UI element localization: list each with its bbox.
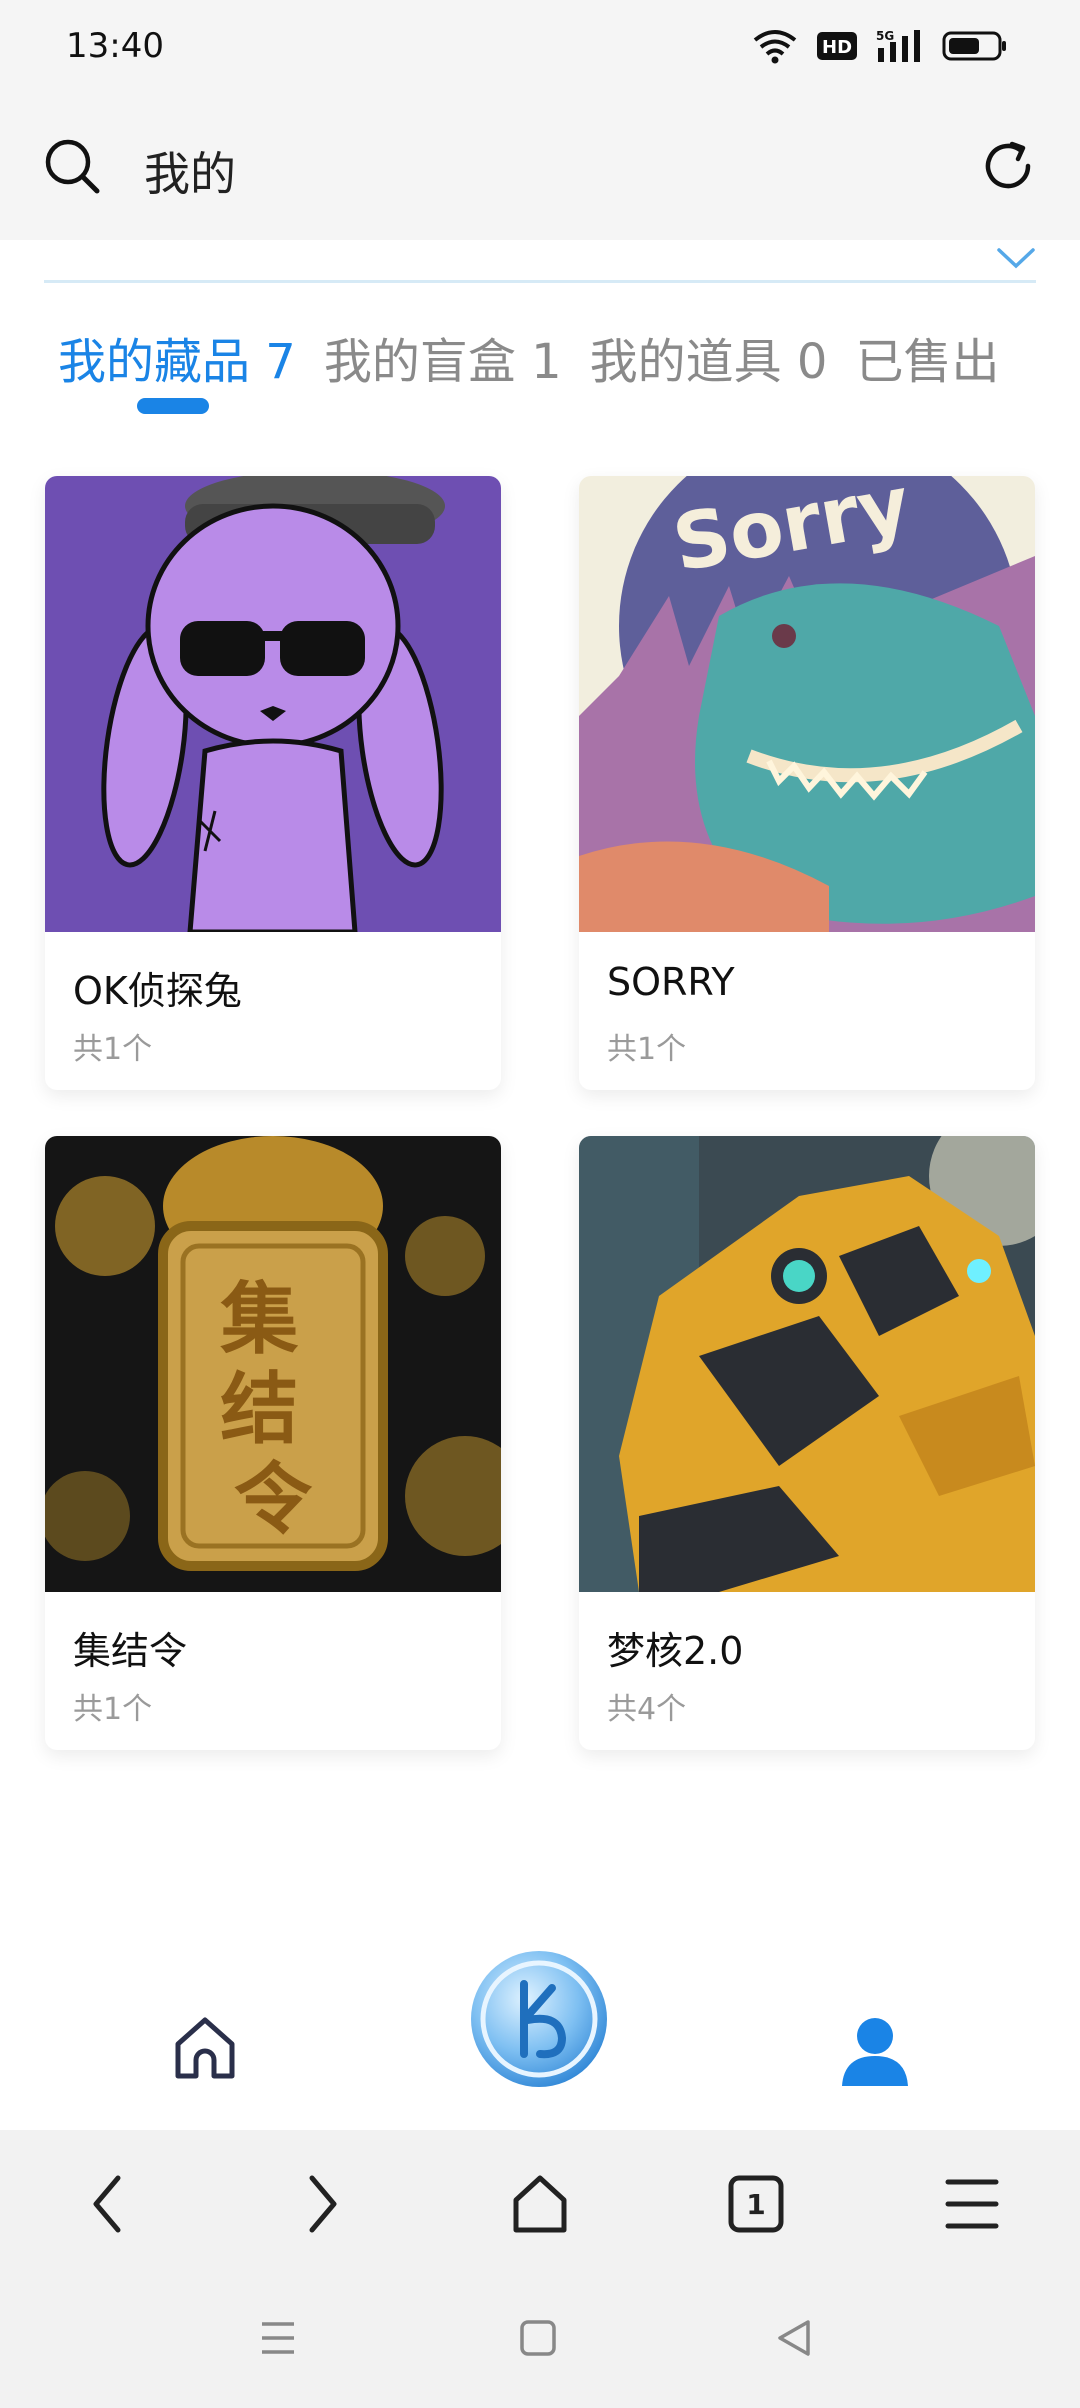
back-icon[interactable] — [88, 2172, 128, 2236]
recents-icon[interactable] — [258, 2318, 298, 2358]
collection-card-ok-detective-rabbit[interactable]: OK侦探兔 共1个 — [45, 476, 501, 1090]
browser-toolbar: 1 — [0, 2130, 1080, 2278]
tab-blind-boxes[interactable]: 我的盲盒 1 — [324, 322, 562, 392]
chevron-down-icon[interactable] — [996, 246, 1036, 270]
browser-home-icon[interactable] — [508, 2172, 572, 2236]
page-title: 我的 — [144, 147, 236, 201]
hd-label: HD — [822, 37, 852, 58]
collection-title: SORRY — [607, 960, 735, 1004]
tab-indicator — [137, 398, 209, 414]
mech-artwork — [579, 1136, 1035, 1592]
collection-title: 梦核2.0 — [607, 1629, 744, 1673]
tab-sold[interactable]: 已售出 — [855, 322, 999, 392]
signal-icon: 5G — [876, 29, 920, 62]
status-time: 13:40 — [66, 26, 164, 66]
collection-card-dream-core[interactable]: 梦核2.0 共4个 — [579, 1136, 1035, 1750]
collection-count: 共1个 — [607, 1032, 687, 1067]
divider-line — [44, 280, 1036, 283]
collection-title: 集结令 — [73, 1629, 188, 1673]
forward-icon[interactable] — [302, 2172, 342, 2236]
dinosaur-artwork: Sorry — [579, 476, 1035, 932]
battery-icon — [942, 31, 1006, 61]
refresh-icon[interactable] — [978, 136, 1038, 196]
collection-count: 共1个 — [73, 1032, 153, 1067]
menu-icon[interactable] — [944, 2172, 1000, 2236]
tab-collections[interactable]: 我的藏品 7 — [58, 322, 296, 392]
wifi-icon — [753, 30, 797, 64]
token-text: 集 结 令 — [219, 1274, 325, 1545]
home-icon[interactable] — [170, 2012, 240, 2082]
collection-card-sorry[interactable]: Sorry SORRY 共1个 — [579, 476, 1035, 1090]
tab-count: 1 — [746, 2188, 765, 2221]
tab-props[interactable]: 我的道具 0 — [590, 322, 828, 392]
golden-token-artwork: 集 结 令 — [45, 1136, 501, 1592]
rabbit-artwork — [45, 476, 501, 932]
collection-count: 共4个 — [607, 1692, 687, 1727]
collection-title: OK侦探兔 — [73, 969, 242, 1013]
profile-icon[interactable] — [838, 2014, 912, 2088]
tabs-icon[interactable]: 1 — [726, 2172, 786, 2236]
status-icons: HD 5G — [752, 28, 1008, 64]
system-nav-bar — [0, 2278, 1080, 2408]
network-label: 5G — [876, 29, 894, 43]
collection-count: 共1个 — [73, 1692, 153, 1727]
logo-icon[interactable] — [468, 1948, 610, 2090]
app-bottom-nav — [0, 1930, 1080, 2130]
status-bar: 13:40 HD 5G — [0, 0, 1080, 96]
top-bar: 我的 — [0, 96, 1080, 240]
system-back-icon[interactable] — [774, 2318, 814, 2358]
collection-card-rally-order[interactable]: 集 结 令 集结令 共1个 — [45, 1136, 501, 1750]
search-icon[interactable] — [42, 136, 102, 196]
hd-icon: HD — [817, 32, 857, 60]
system-home-icon[interactable] — [518, 2318, 558, 2358]
collection-tabs: 我的藏品 7 我的盲盒 1 我的道具 0 已售出 — [58, 322, 999, 392]
